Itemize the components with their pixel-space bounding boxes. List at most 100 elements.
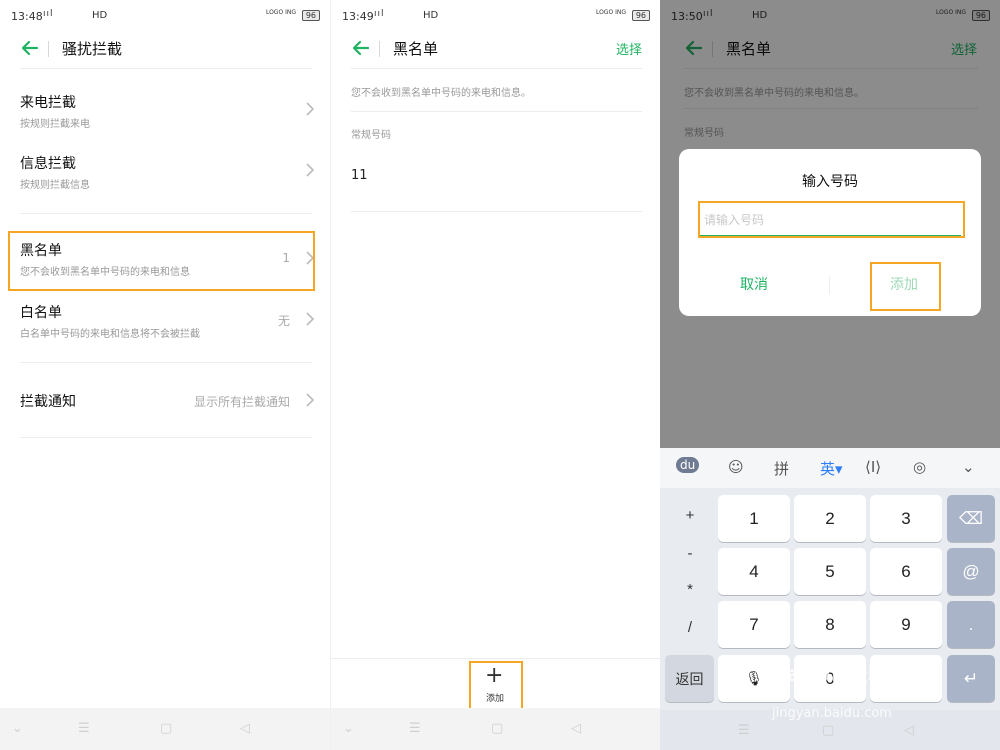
whitelist-item[interactable]: 白名单 白名单中号码的来电和信息将不会被拦截 无 bbox=[10, 295, 316, 345]
enter-key[interactable]: ↵ bbox=[947, 655, 995, 702]
hd-indicator: HD bbox=[423, 10, 439, 21]
menu-icon[interactable]: ☰ bbox=[78, 721, 90, 736]
status-time: 13:48 bbox=[11, 10, 43, 23]
back-triangle-icon[interactable]: ◁ bbox=[904, 723, 914, 738]
title-bar: 骚扰拦截 bbox=[0, 34, 330, 68]
slash-key[interactable]: / bbox=[666, 612, 714, 642]
back-arrow-icon[interactable] bbox=[20, 38, 40, 58]
row-description: 白名单中号码的来电和信息将不会被拦截 bbox=[20, 329, 200, 340]
baidu-jingyan-watermark: Baidu 经验 bbox=[770, 662, 890, 686]
return-key[interactable]: 返回 bbox=[665, 655, 714, 702]
title-separator bbox=[379, 41, 380, 57]
collapse-keyboard-icon[interactable]: ⌄ bbox=[962, 458, 975, 476]
divider bbox=[351, 111, 642, 112]
divider bbox=[20, 362, 312, 363]
menu-icon[interactable]: ☰ bbox=[409, 721, 421, 736]
baidu-ime-logo-icon[interactable]: du bbox=[676, 457, 700, 473]
dot-key[interactable]: . bbox=[947, 601, 995, 648]
home-square-icon[interactable]: ▢ bbox=[822, 723, 834, 738]
back-triangle-icon[interactable]: ◁ bbox=[240, 721, 250, 736]
menu-icon[interactable]: ☰ bbox=[738, 723, 750, 738]
title-separator bbox=[48, 41, 49, 57]
chevron-right-icon bbox=[306, 312, 315, 326]
carrier-logo: LOGO ING bbox=[595, 9, 626, 16]
backspace-key[interactable]: ⌫ bbox=[947, 495, 995, 542]
navigation-bar: ⌄ ☰ ▢ ◁ bbox=[331, 708, 660, 750]
dialog-title: 输入号码 bbox=[802, 174, 858, 190]
battery-icon: 96 bbox=[631, 10, 650, 21]
section-label: 常规号码 bbox=[351, 130, 391, 141]
interception-notification-item[interactable]: 拦截通知 显示所有拦截通知 bbox=[10, 382, 316, 422]
signal-icon: ııl bbox=[374, 9, 385, 19]
digit-5-key[interactable]: 5 bbox=[794, 548, 866, 595]
row-label: 信息拦截 bbox=[20, 156, 76, 172]
add-number-dialog-screen: 13:50 ııl HD LOGO ING 96 黑名单 选择 您不会收到黑名单… bbox=[660, 0, 1000, 750]
page-title: 黑名单 bbox=[393, 40, 439, 58]
incoming-call-interception-item[interactable]: 来电拦截 按规则拦截来电 bbox=[10, 86, 316, 136]
row-description: 按规则拦截来电 bbox=[20, 119, 90, 130]
cursor-icon[interactable]: ⟨I⟩ bbox=[865, 458, 881, 476]
digit-7-key[interactable]: 7 bbox=[718, 601, 790, 648]
select-button[interactable]: 选择 bbox=[616, 39, 642, 58]
chevron-right-icon bbox=[306, 163, 315, 177]
pinyin-mode-button[interactable]: 拼 bbox=[774, 458, 789, 479]
page-title: 骚扰拦截 bbox=[62, 40, 123, 58]
hd-indicator: HD bbox=[92, 10, 108, 21]
home-square-icon[interactable]: ▢ bbox=[491, 721, 503, 736]
add-button-highlight-box bbox=[469, 661, 523, 710]
chevron-down-icon[interactable]: ⌄ bbox=[343, 721, 354, 736]
soft-keyboard: du ☺ 拼 英▾ ⟨I⟩ ◎ ⌄ + - * / 1 2 3 4 5 6 7 … bbox=[660, 448, 1000, 750]
chevron-down-icon[interactable]: ⌄ bbox=[12, 721, 23, 736]
keyboard-toolbar: du ☺ 拼 英▾ ⟨I⟩ ◎ ⌄ bbox=[660, 448, 1000, 488]
cancel-button[interactable]: 取消 bbox=[709, 274, 799, 294]
chevron-right-icon bbox=[306, 393, 315, 407]
row-label: 白名单 bbox=[20, 305, 62, 321]
chevron-right-icon bbox=[306, 102, 315, 116]
blacklist-hint: 您不会收到黑名单中号码的来电和信息。 bbox=[351, 88, 531, 99]
digit-6-key[interactable]: 6 bbox=[870, 548, 942, 595]
at-sign-key[interactable]: @ bbox=[947, 548, 995, 595]
blacklist-number-item[interactable]: 11 bbox=[351, 168, 368, 183]
digit-3-key[interactable]: 3 bbox=[870, 495, 942, 542]
digit-4-key[interactable]: 4 bbox=[718, 548, 790, 595]
add-button-highlight-box bbox=[870, 262, 941, 311]
signal-icon: ııl bbox=[43, 9, 54, 19]
minus-key[interactable]: - bbox=[666, 538, 714, 568]
row-description: 按规则拦截信息 bbox=[20, 180, 90, 191]
search-icon[interactable]: ◎ bbox=[913, 458, 926, 476]
digit-2-key[interactable]: 2 bbox=[794, 495, 866, 542]
divider bbox=[20, 68, 312, 69]
divider bbox=[20, 437, 312, 438]
home-square-icon[interactable]: ▢ bbox=[160, 721, 172, 736]
notification-setting-value: 显示所有拦截通知 bbox=[193, 395, 290, 409]
digit-9-key[interactable]: 9 bbox=[870, 601, 942, 648]
english-mode-button[interactable]: 英▾ bbox=[820, 458, 843, 479]
divider bbox=[351, 68, 642, 69]
battery-icon: 96 bbox=[301, 10, 320, 21]
emoji-icon[interactable]: ☺ bbox=[728, 458, 744, 476]
divider bbox=[20, 213, 312, 214]
navigation-bar: ⌄ ☰ ▢ ◁ bbox=[0, 708, 330, 750]
message-interception-item[interactable]: 信息拦截 按规则拦截信息 bbox=[10, 147, 316, 197]
back-triangle-icon[interactable]: ◁ bbox=[571, 721, 581, 736]
harassment-interception-screen: 13:48 ııl HD LOGO ING 96 骚扰拦截 来电拦截 按规则拦截… bbox=[0, 0, 330, 750]
asterisk-key[interactable]: * bbox=[666, 574, 714, 604]
carrier-logo: LOGO ING bbox=[265, 9, 296, 16]
watermark-url: jingyan.baidu.com bbox=[772, 706, 892, 721]
status-bar: 13:48 ııl HD LOGO ING 96 bbox=[0, 0, 330, 34]
back-arrow-icon[interactable] bbox=[351, 38, 371, 58]
digit-8-key[interactable]: 8 bbox=[794, 601, 866, 648]
title-bar: 黑名单 选择 bbox=[331, 34, 660, 68]
row-label: 拦截通知 bbox=[20, 394, 76, 410]
row-label: 来电拦截 bbox=[20, 95, 76, 111]
input-highlight-box bbox=[698, 201, 965, 238]
status-bar: 13:49 ııl HD LOGO ING 96 bbox=[331, 0, 660, 34]
whitelist-value: 无 bbox=[277, 314, 290, 328]
plus-key[interactable]: + bbox=[666, 500, 714, 530]
blacklist-highlight-box bbox=[8, 231, 315, 291]
status-time: 13:49 bbox=[342, 10, 374, 23]
button-separator bbox=[829, 276, 830, 294]
divider bbox=[351, 211, 642, 212]
digit-1-key[interactable]: 1 bbox=[718, 495, 790, 542]
blacklist-screen: 13:49 ııl HD LOGO ING 96 黑名单 选择 您不会收到黑名单… bbox=[330, 0, 660, 750]
